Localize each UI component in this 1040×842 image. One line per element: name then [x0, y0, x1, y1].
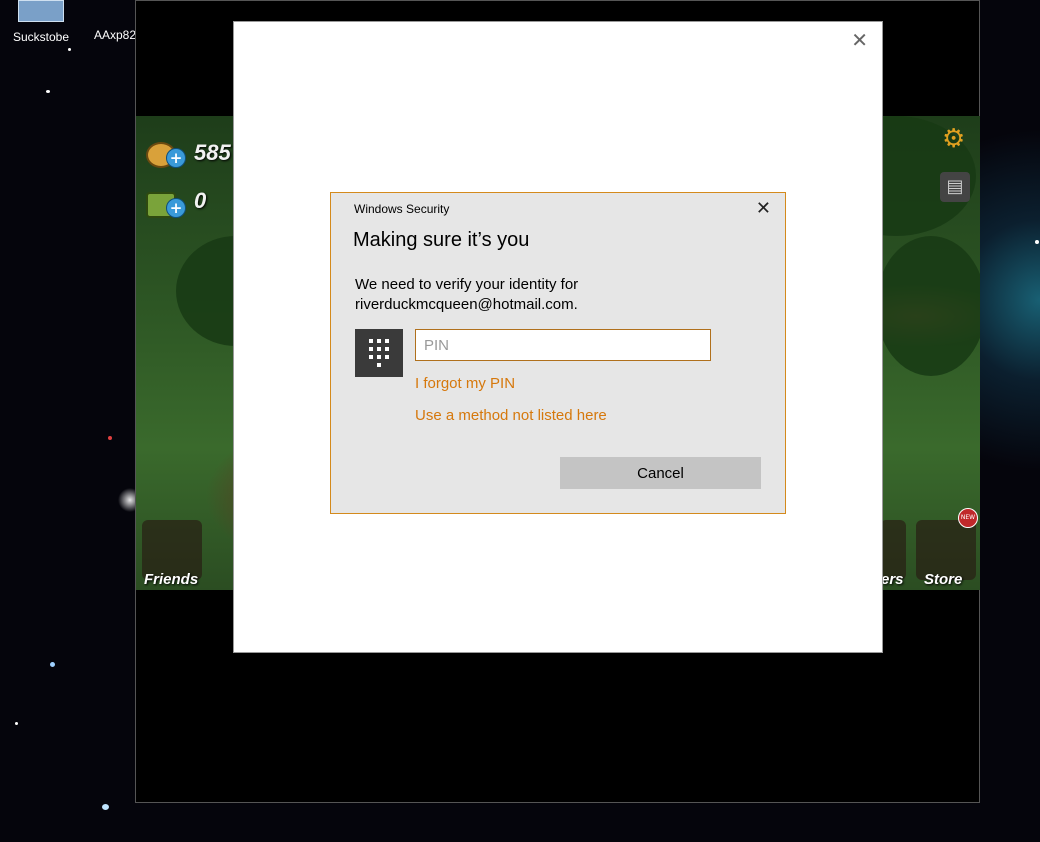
keypad-icon [355, 329, 403, 377]
star [68, 48, 71, 51]
cancel-button[interactable]: Cancel [560, 457, 761, 489]
close-icon[interactable]: ✕ [851, 28, 868, 52]
windows-security-dialog: Windows Security ✕ Making sure it’s you … [330, 192, 786, 514]
star [108, 436, 112, 440]
star [46, 90, 50, 93]
gear-icon[interactable]: ⚙ [942, 124, 965, 154]
add-coins-icon[interactable]: + [166, 148, 186, 168]
dialog-title: Making sure it’s you [353, 229, 530, 251]
star [1035, 240, 1039, 244]
store-label: Store [924, 571, 963, 588]
pin-input[interactable] [415, 329, 711, 361]
friends-label: Friends [144, 571, 199, 588]
new-badge: NEW [958, 508, 978, 528]
document-icon[interactable]: ▤ [940, 172, 970, 202]
desktop-icon-suckstobe[interactable]: Suckstobe [6, 0, 76, 44]
tree [876, 236, 980, 376]
app-icon [93, 0, 137, 20]
desktop-icon-label: AAxp82 [93, 28, 137, 42]
star [15, 722, 18, 725]
cash-count: 0 [194, 188, 207, 213]
app-thumbnail-icon [18, 0, 64, 22]
star [102, 804, 109, 810]
desktop-icon-label: Suckstobe [12, 30, 70, 44]
account-email: riverduckmcqueen@hotmail.com. [355, 296, 578, 313]
coin-count: 585 [194, 140, 231, 165]
close-icon[interactable]: ✕ [756, 198, 771, 219]
description-line: We need to verify your identity for [355, 276, 579, 293]
forgot-pin-link[interactable]: I forgot my PIN [415, 375, 515, 392]
add-cash-icon[interactable]: + [166, 198, 186, 218]
dialog-caption: Windows Security [354, 202, 450, 216]
partial-tile-label: ers [881, 571, 904, 588]
other-method-link[interactable]: Use a method not listed here [415, 407, 607, 424]
dialog-description: We need to verify your identity for rive… [355, 275, 755, 315]
star [50, 662, 55, 667]
